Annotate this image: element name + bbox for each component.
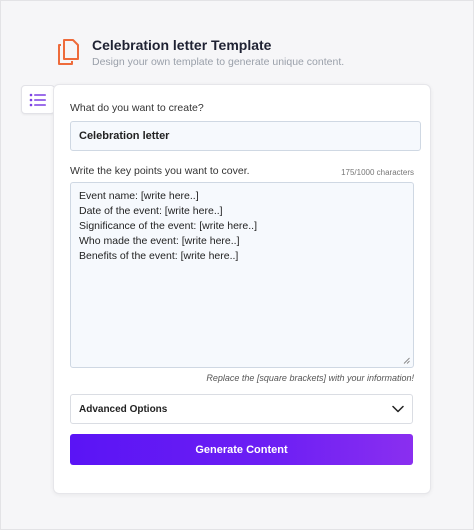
generate-content-button[interactable]: Generate Content — [70, 434, 413, 465]
page-title: Celebration letter Template — [92, 37, 272, 53]
keypoint-line: Who made the event: [write here..] — [79, 235, 240, 247]
keypoint-line: Benefits of the event: [write here..] — [79, 250, 239, 262]
list-icon — [29, 93, 46, 106]
document-copy-icon — [58, 39, 79, 65]
create-input[interactable]: Celebration letter — [70, 121, 421, 151]
menu-toggle-button[interactable] — [21, 85, 55, 114]
keypoint-line: Event name: [write here..] — [79, 190, 199, 202]
replace-hint: Replace the [square brackets] with your … — [206, 373, 414, 383]
advanced-options-toggle[interactable]: Advanced Options — [70, 394, 413, 424]
page-subtitle: Design your own template to generate uni… — [92, 56, 345, 68]
character-counter: 175/1000 characters — [341, 168, 414, 177]
keypoint-line: Significance of the event: [write here..… — [79, 220, 258, 232]
template-form-card: What do you want to create? Celebration … — [53, 84, 431, 494]
resize-handle-icon[interactable] — [403, 357, 410, 364]
page-frame: Celebration letter Template Design your … — [0, 0, 474, 530]
keypoint-line: Date of the event: [write here..] — [79, 205, 223, 217]
create-label: What do you want to create? — [70, 102, 204, 114]
advanced-options-label: Advanced Options — [79, 403, 168, 415]
keypoints-label: Write the key points you want to cover. — [70, 165, 250, 177]
keypoints-textarea[interactable]: Event name: [write here..] Date of the e… — [70, 182, 414, 368]
chevron-down-icon — [392, 405, 404, 413]
